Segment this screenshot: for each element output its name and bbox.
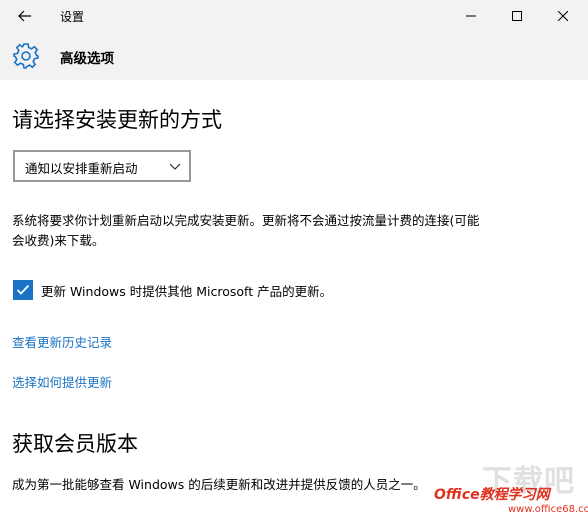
close-button[interactable] — [540, 0, 586, 32]
minimize-button[interactable] — [448, 0, 494, 32]
update-history-link[interactable]: 查看更新历史记录 — [12, 332, 112, 351]
dropdown-value: 通知以安排重新启动 — [25, 161, 138, 176]
maximize-button[interactable] — [494, 0, 540, 32]
delivery-options-link[interactable]: 选择如何提供更新 — [12, 372, 112, 391]
close-icon — [558, 11, 568, 21]
window-title: 设置 — [60, 10, 85, 24]
other-products-checkbox[interactable] — [13, 280, 33, 300]
chevron-down-icon — [169, 163, 181, 170]
insider-description: 成为第一批能够查看 Windows 的后续更新和改进并提供反馈的人员之一。 — [12, 477, 426, 492]
minimize-icon — [466, 15, 476, 17]
watermark-brand: Office教程学习网 — [434, 487, 550, 503]
other-products-label[interactable]: 更新 Windows 时提供其他 Microsoft 产品的更新。 — [41, 281, 332, 300]
restart-option-dropdown[interactable]: 通知以安排重新启动 — [13, 150, 191, 182]
install-method-heading: 请选择安装更新的方式 — [12, 108, 222, 132]
watermark: 下载吧 Office教程学习网 www.office68.com — [430, 452, 588, 520]
install-description: 系统将要求你计划重新启动以完成安装更新。更新将不会通过按流量计费的连接(可能会收… — [12, 213, 480, 248]
checkmark-icon — [16, 284, 30, 295]
back-arrow-icon — [18, 10, 31, 22]
title-bar: 设置 — [0, 0, 588, 32]
page-header: 高级选项 — [0, 32, 588, 80]
maximize-icon — [512, 11, 522, 21]
gear-icon — [13, 43, 39, 69]
back-button[interactable] — [6, 2, 44, 30]
watermark-url: www.office68.com — [508, 504, 588, 515]
page-title: 高级选项 — [60, 51, 114, 67]
insider-heading: 获取会员版本 — [12, 432, 138, 456]
